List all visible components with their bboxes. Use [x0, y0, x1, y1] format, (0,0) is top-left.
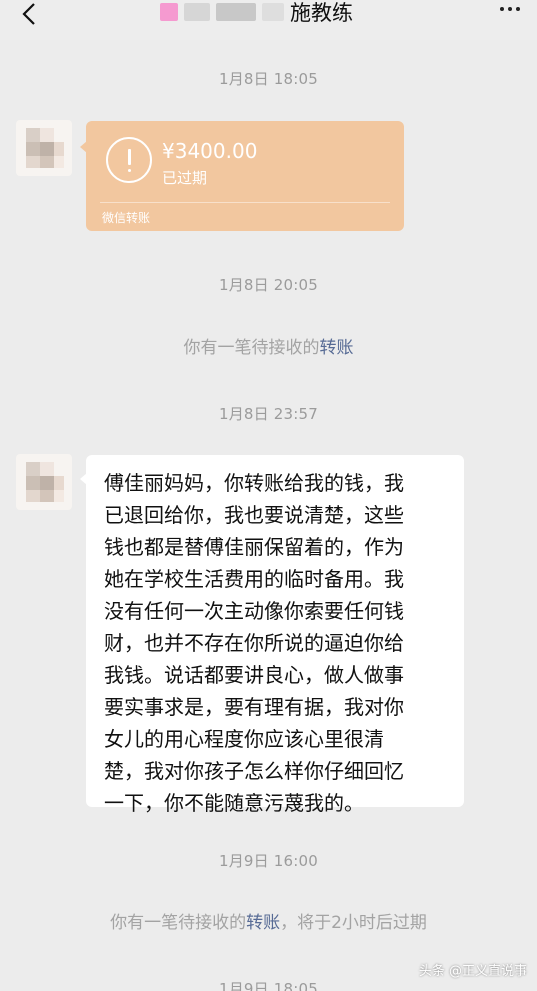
- message-line: 女儿的用心程度你应该心里很清: [104, 727, 384, 751]
- message-line: 财，也并不存在你所说的逼迫你给: [104, 631, 404, 655]
- timestamp: 1月8日 20:05: [218, 276, 319, 294]
- chat-header: 施教练: [0, 0, 537, 40]
- more-dots-icon: [500, 7, 520, 11]
- watermark: 头条 @正义直说事: [418, 964, 527, 979]
- chevron-left-icon: [22, 3, 35, 25]
- divider: [100, 202, 390, 203]
- message-line: 一下，你不能随意污蔑我的。: [104, 791, 364, 815]
- message-line: 她在学校生活费用的临时备用。我: [104, 567, 404, 591]
- expired-alert-icon: [106, 137, 152, 183]
- blurred-name-part: [160, 3, 178, 21]
- more-button[interactable]: [495, 0, 525, 24]
- transfer-footer: 微信转账: [102, 211, 151, 225]
- transfer-card[interactable]: ¥3400.00 已过期 微信转账: [80, 121, 404, 231]
- message-line: 傅佳丽妈妈，你转账给我的钱，我: [104, 471, 404, 495]
- timestamp: 1月8日 18:05: [218, 70, 319, 88]
- system-message-suffix: ，将于2小时后过期: [280, 913, 427, 933]
- avatar[interactable]: [16, 120, 72, 176]
- avatar[interactable]: [16, 454, 72, 510]
- timestamp: 1月9日 16:00: [218, 852, 319, 870]
- back-button[interactable]: [14, 0, 44, 32]
- transfer-link[interactable]: 转账: [320, 338, 354, 358]
- message-line: 要实事求是，要有理有据，我对你: [104, 695, 404, 719]
- system-message: 你有一笔待接收的转账，将于2小时后过期: [0, 908, 537, 933]
- chat-title: 施教练: [160, 0, 353, 30]
- blurred-name-part: [184, 3, 210, 21]
- system-message-text: 你有一笔待接收的: [183, 338, 320, 358]
- message-line: 我钱。说话都要讲良心，做人做事: [104, 663, 404, 687]
- system-message-text: 你有一笔待接收的: [110, 913, 247, 933]
- system-message: 你有一笔待接收的转账: [0, 333, 537, 358]
- message-line: 钱也都是替傅佳丽保留着的，作为: [104, 535, 404, 559]
- blurred-name-part: [262, 3, 284, 21]
- message-line: 已退回给你，我也要说清楚，这些: [104, 503, 404, 527]
- chat-title-text: 施教练: [290, 1, 353, 25]
- transfer-link[interactable]: 转账: [246, 913, 280, 933]
- timestamp: 1月9日 18:05: [218, 980, 319, 991]
- message-bubble[interactable]: 傅佳丽妈妈，你转账给我的钱，我 已退回给你，我也要说清楚，这些 钱也都是替傅佳丽…: [80, 455, 464, 815]
- message-line: 没有任何一次主动像你索要任何钱: [104, 599, 404, 623]
- timestamp: 1月8日 23:57: [218, 405, 319, 423]
- blurred-name-part: [216, 3, 256, 21]
- message-line: 楚，我对你孩子怎么样你仔细回忆: [104, 759, 404, 783]
- transfer-status: 已过期: [162, 169, 208, 187]
- transfer-amount: ¥3400.00: [162, 139, 258, 163]
